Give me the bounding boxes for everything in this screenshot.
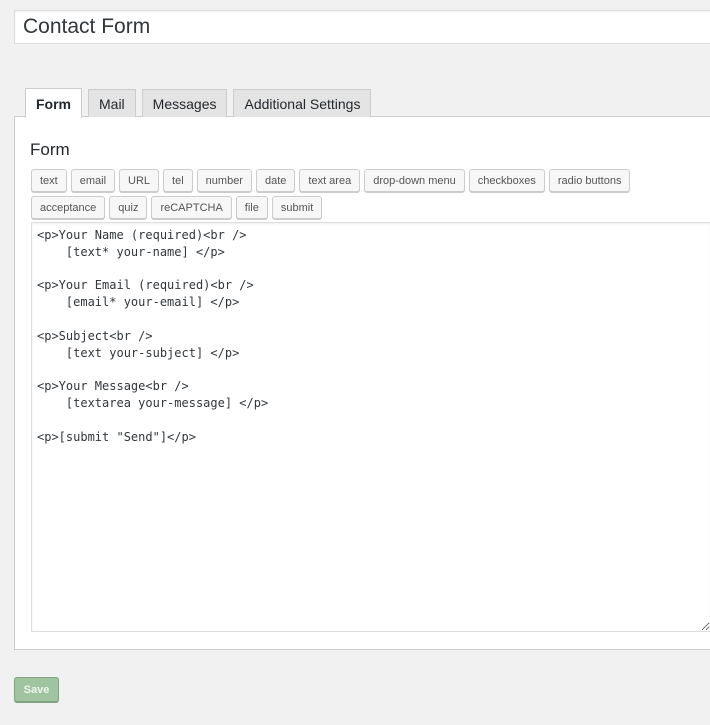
tag-button-email[interactable]: email	[70, 169, 116, 192]
tag-button-recaptcha[interactable]: reCAPTCHA	[151, 196, 232, 219]
tab-additional-settings[interactable]: Additional Settings	[233, 89, 372, 117]
tag-button-date[interactable]: date	[255, 169, 296, 192]
tag-button-submit[interactable]: submit	[271, 196, 323, 219]
save-button[interactable]: Save	[14, 677, 59, 702]
editor-tabs: Form Mail Messages Additional Settings	[25, 88, 377, 118]
tab-form[interactable]: Form	[25, 88, 82, 118]
tag-button-file[interactable]: file	[235, 196, 268, 219]
panel-heading: Form	[30, 140, 70, 159]
form-title-input[interactable]	[14, 10, 710, 44]
tab-messages[interactable]: Messages	[141, 89, 228, 117]
tag-button-text[interactable]: text	[31, 169, 67, 192]
tag-button-checkboxes[interactable]: checkboxes	[468, 169, 545, 192]
tag-generator-buttons: text email URL tel number date text area…	[31, 169, 710, 223]
tag-button-tel[interactable]: tel	[163, 169, 193, 192]
tag-button-radio-buttons[interactable]: radio buttons	[548, 169, 631, 192]
tag-button-dropdown-menu[interactable]: drop-down menu	[364, 169, 465, 192]
tab-mail[interactable]: Mail	[88, 89, 136, 117]
tag-button-url[interactable]: URL	[119, 169, 160, 192]
form-panel: Form text email URL tel number date text…	[14, 116, 710, 650]
tag-button-quiz[interactable]: quiz	[109, 196, 148, 219]
tag-button-acceptance[interactable]: acceptance	[31, 196, 106, 219]
form-template-editor[interactable]: <p>Your Name (required)<br /> [text* you…	[31, 222, 710, 632]
tag-button-number[interactable]: number	[196, 169, 252, 192]
tag-button-textarea[interactable]: text area	[299, 169, 361, 192]
